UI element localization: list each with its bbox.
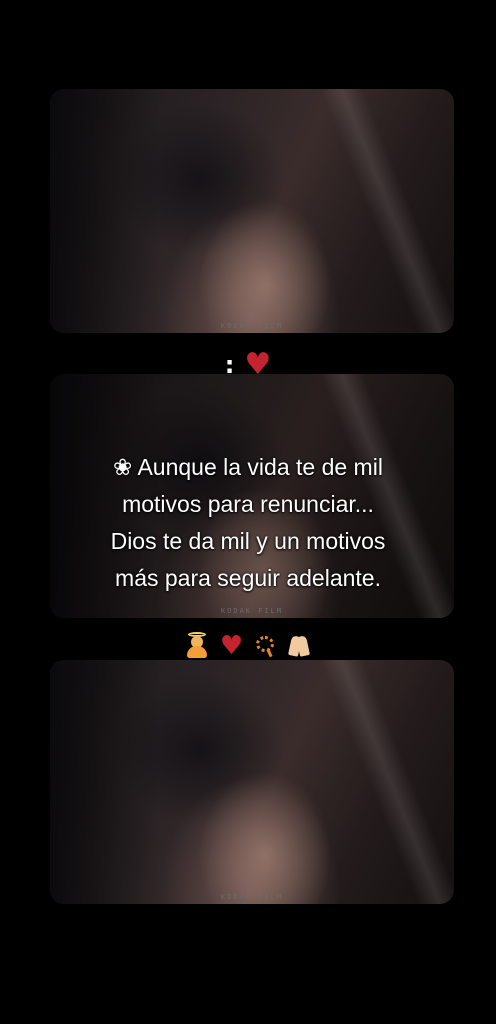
film-strip-label: KODAK FILM xyxy=(220,322,284,330)
rosary-icon xyxy=(254,634,276,658)
quote-line-4: más para seguir adelante. xyxy=(115,565,381,591)
quote-line-1: ❀ Aunque la vida te de mil xyxy=(113,454,383,480)
film-strip-label: KODAK FILM xyxy=(220,607,284,615)
quote-text: ❀ Aunque la vida te de mil motivos para … xyxy=(60,449,436,597)
film-strip-label: KODAK FILM xyxy=(220,893,284,901)
quote-line-3: Dios te da mil y un motivos xyxy=(110,528,386,554)
quote-line-2: motivos para renunciar... xyxy=(122,491,374,517)
praying-person-icon xyxy=(185,632,209,658)
photo-frame-top: KODAK FILM xyxy=(50,89,454,333)
anatomical-heart-icon: ♥ xyxy=(219,631,244,661)
photo-frame-bottom: KODAK FILM xyxy=(50,660,454,904)
emoji-row: ♥ xyxy=(0,631,496,661)
flower-icon: ❀ xyxy=(113,454,133,480)
folded-hands-icon xyxy=(287,634,311,658)
